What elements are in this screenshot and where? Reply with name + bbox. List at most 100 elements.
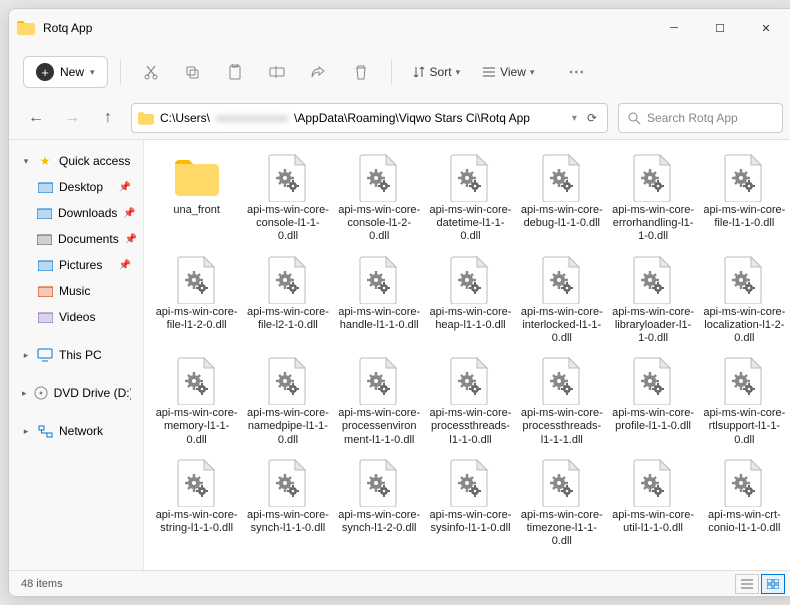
forward-button[interactable]: → (59, 105, 85, 131)
item-label: api-ms-win-core-sysinfo-l1-1-0.dll (429, 509, 511, 535)
sidebar-item-pictures[interactable]: Pictures📌 (13, 252, 139, 278)
item-label: api-ms-win-core-file-l2-1-0.dll (247, 306, 329, 332)
path-blurred: xxxxxxxxxxxx (216, 111, 288, 125)
up-button[interactable]: ↑ (95, 105, 121, 131)
item-count: 48 items (21, 578, 63, 590)
dll-icon (264, 256, 312, 304)
view-icon (482, 66, 496, 78)
expand-icon: ▸ (21, 388, 28, 399)
delete-button[interactable] (343, 57, 379, 87)
file-item[interactable]: api-ms-win-core-errorhandling-l1-1-0.dll (608, 150, 697, 248)
sidebar-dvd[interactable]: ▸ DVD Drive (D:) CCCC (13, 380, 139, 406)
file-item[interactable]: api-ms-win-crt-conio-l1-1-0.dll (700, 455, 789, 553)
file-item[interactable]: api-ms-win-core-synch-l1-2-0.dll (335, 455, 424, 553)
new-button[interactable]: + New ▾ (23, 56, 108, 88)
file-item[interactable]: api-ms-win-core-timezone-l1-1-0.dll (517, 455, 606, 553)
refresh-button[interactable]: ⟳ (583, 111, 601, 125)
view-button[interactable]: View ▾ (474, 61, 542, 83)
maximize-button[interactable]: ☐ (697, 12, 743, 44)
sidebar-item-desktop[interactable]: Desktop📌 (13, 174, 139, 200)
item-label: api-ms-win-core-errorhandling-l1-1-0.dll (612, 204, 694, 244)
file-item[interactable]: api-ms-win-core-profile-l1-1-0.dll (608, 353, 697, 451)
file-item[interactable]: api-ms-win-core-file-l1-1-0.dll (700, 150, 789, 248)
dll-icon (264, 459, 312, 507)
file-item[interactable]: api-ms-win-core-libraryloader-l1-1-0.dll (608, 252, 697, 350)
sidebar-quick-access[interactable]: ▾ ★ Quick access (13, 148, 139, 174)
address-input[interactable]: C:\Users\xxxxxxxxxxxx\AppData\Roaming\Vi… (131, 103, 608, 133)
sidebar-item-label: Music (59, 284, 90, 298)
chevron-down-icon[interactable]: ▾ (572, 113, 577, 124)
pin-icon: 📌 (123, 208, 135, 219)
icons-view-button[interactable] (761, 574, 785, 594)
sidebar-item-downloads[interactable]: Downloads 📌 (13, 200, 139, 226)
search-input[interactable]: Search Rotq App (618, 103, 783, 133)
sidebar-item-label: Videos (59, 310, 95, 324)
file-item[interactable]: api-ms-win-core-handle-l1-1-0.dll (335, 252, 424, 350)
item-label: api-ms-win-crt-conio-l1-1-0.dll (703, 509, 785, 535)
network-label: Network (59, 424, 103, 438)
file-list[interactable]: una_frontapi-ms-win-core-console-l1-1-0.… (144, 140, 790, 570)
dll-icon (629, 154, 677, 202)
sidebar-this-pc[interactable]: ▸ This PC (13, 342, 139, 368)
pin-icon: 📌 (119, 182, 131, 193)
explorer-window: Rotq App ─ ☐ ✕ + New ▾ Sort ▾ View ▾ (8, 8, 790, 597)
this-pc-label: This PC (59, 348, 102, 362)
item-label: api-ms-win-core-string-l1-1-0.dll (156, 509, 238, 535)
file-item[interactable]: api-ms-win-core-console-l1-2-0.dll (335, 150, 424, 248)
paste-button[interactable] (217, 57, 253, 87)
sidebar-item-videos[interactable]: Videos (13, 304, 139, 330)
folder-item[interactable]: una_front (152, 150, 241, 248)
sidebar-item-music[interactable]: Music (13, 278, 139, 304)
file-item[interactable]: api-ms-win-core-debug-l1-1-0.dll (517, 150, 606, 248)
item-label: api-ms-win-core-handle-l1-1-0.dll (338, 306, 420, 332)
file-item[interactable]: api-ms-win-core-processthreads-l1-1-0.dl… (426, 353, 515, 451)
item-label: api-ms-win-core-heap-l1-1-0.dll (429, 306, 511, 332)
file-item[interactable]: api-ms-win-core-console-l1-1-0.dll (243, 150, 332, 248)
file-item[interactable]: api-ms-win-core-synch-l1-1-0.dll (243, 455, 332, 553)
file-item[interactable]: api-ms-win-core-file-l1-2-0.dll (152, 252, 241, 350)
sort-button[interactable]: Sort ▾ (404, 61, 469, 83)
folder-icon (17, 21, 35, 35)
file-item[interactable]: api-ms-win-core-heap-l1-1-0.dll (426, 252, 515, 350)
file-item[interactable]: api-ms-win-core-interlocked-l1-1-0.dll (517, 252, 606, 350)
sidebar-item-label: Downloads (58, 206, 117, 220)
file-item[interactable]: api-ms-win-core-localization-l1-2-0.dll (700, 252, 789, 350)
item-label: api-ms-win-core-synch-l1-2-0.dll (338, 509, 420, 535)
file-item[interactable]: api-ms-win-core-processthreads-l1-1-1.dl… (517, 353, 606, 451)
file-item[interactable]: api-ms-win-core-namedpipe-l1-1-0.dll (243, 353, 332, 451)
file-item[interactable]: api-ms-win-core-datetime-l1-1-0.dll (426, 150, 515, 248)
chevron-down-icon: ▾ (90, 67, 95, 78)
dll-icon (629, 256, 677, 304)
item-label: api-ms-win-core-processthreads-l1-1-1.dl… (521, 407, 603, 447)
file-item[interactable]: api-ms-win-core-sysinfo-l1-1-0.dll (426, 455, 515, 553)
more-button[interactable]: ⋯ (558, 57, 594, 87)
back-button[interactable]: ← (23, 105, 49, 131)
pin-icon: 📌 (125, 234, 137, 245)
titlebar: Rotq App ─ ☐ ✕ (9, 9, 790, 47)
new-label: New (60, 65, 84, 79)
folder-icon (37, 283, 53, 299)
close-button[interactable]: ✕ (743, 12, 789, 44)
folder-icon (173, 154, 221, 202)
rename-button[interactable] (259, 57, 295, 87)
cut-button[interactable] (133, 57, 169, 87)
file-item[interactable]: api-ms-win-core-string-l1-1-0.dll (152, 455, 241, 553)
file-item[interactable]: api-ms-win-core-util-l1-1-0.dll (608, 455, 697, 553)
share-button[interactable] (301, 57, 337, 87)
copy-button[interactable] (175, 57, 211, 87)
sidebar-item-documents[interactable]: Documents📌 (13, 226, 139, 252)
item-label: api-ms-win-core-processthreads-l1-1-0.dl… (429, 407, 511, 447)
sidebar-network[interactable]: ▸ Network (13, 418, 139, 444)
path-suffix: \AppData\Roaming\Viqwo Stars Ci\Rotq App (294, 111, 530, 125)
chevron-down-icon: ▾ (456, 67, 461, 78)
dll-icon (629, 357, 677, 405)
dll-icon (446, 459, 494, 507)
folder-icon (37, 231, 52, 247)
file-item[interactable]: api-ms-win-core-processenvironment-l1-1-… (335, 353, 424, 451)
file-item[interactable]: api-ms-win-core-file-l2-1-0.dll (243, 252, 332, 350)
file-item[interactable]: api-ms-win-core-rtlsupport-l1-1-0.dll (700, 353, 789, 451)
item-label: api-ms-win-core-file-l1-2-0.dll (156, 306, 238, 332)
file-item[interactable]: api-ms-win-core-memory-l1-1-0.dll (152, 353, 241, 451)
minimize-button[interactable]: ─ (651, 12, 697, 44)
details-view-button[interactable] (735, 574, 759, 594)
